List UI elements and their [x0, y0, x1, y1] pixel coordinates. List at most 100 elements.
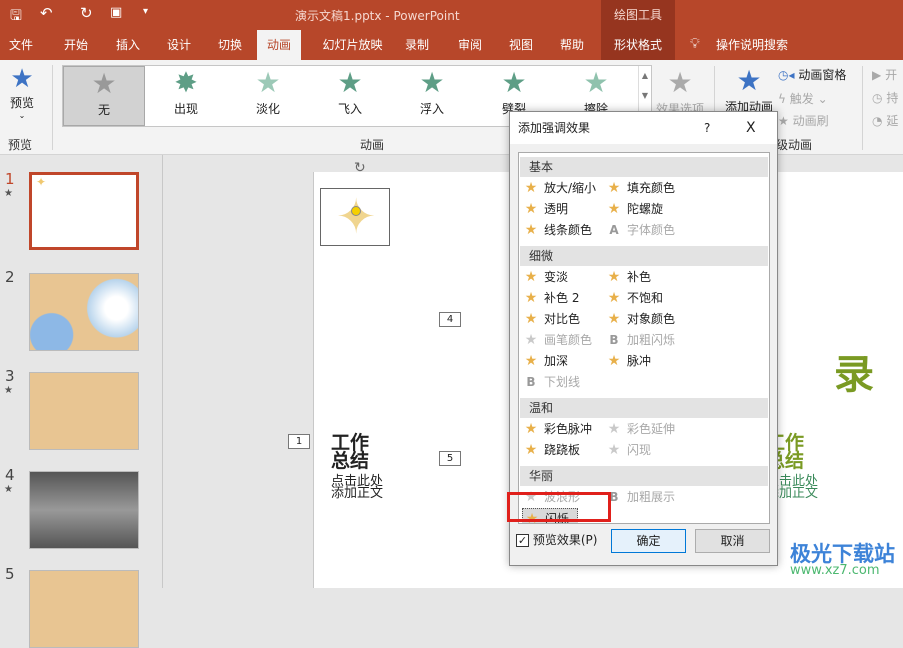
redo-icon[interactable]: ↻ — [80, 4, 93, 22]
tab-insert[interactable]: 插入 — [107, 30, 149, 60]
add-animation-button[interactable]: ★ 添加动画 — [722, 64, 776, 115]
slide-title[interactable]: 工作 总结 — [331, 434, 369, 471]
tab-shape-format[interactable]: 形状格式 — [601, 30, 675, 60]
selected-shape[interactable]: ✦ — [320, 188, 390, 246]
star-icon: ★ — [524, 201, 538, 217]
highlight-annotation-box — [507, 492, 611, 522]
cancel-button[interactable]: 取消 — [695, 529, 770, 553]
star-burst-icon: ✸ — [174, 66, 198, 99]
duration-field[interactable]: ◷ 持 — [872, 89, 898, 106]
effect-item[interactable]: B 下划线 — [522, 372, 580, 392]
undo-icon[interactable]: ↶ — [40, 4, 53, 22]
delay-label: 延 — [886, 114, 899, 128]
slide-thumbnail-4[interactable] — [29, 471, 139, 549]
star-icon: ★ — [524, 269, 538, 285]
star-icon: ★ — [667, 66, 693, 99]
tab-transitions[interactable]: 切换 — [209, 30, 251, 60]
effect-item[interactable]: B 加粗闪烁 — [605, 330, 675, 350]
animation-star-icon: ★ — [4, 188, 13, 199]
checkbox-checked-icon: ✓ — [516, 534, 529, 547]
customize-qat-icon[interactable]: ▾ — [143, 6, 148, 17]
gallery-item-none[interactable]: ★ 无 — [63, 66, 145, 126]
slide-thumbnail-2[interactable] — [29, 273, 139, 351]
gallery-item-float-in[interactable]: ★ 浮入 — [391, 66, 473, 126]
tab-file[interactable]: 文件 — [0, 30, 42, 60]
window-title: 演示文稿1.pptx - PowerPoint — [295, 9, 460, 23]
slide-number: 1 — [5, 170, 15, 188]
effect-item[interactable]: ★ 画笔颜色 — [522, 330, 592, 350]
effect-item[interactable]: ★ 陀螺旋 — [605, 199, 663, 219]
preview-button[interactable]: ★ 预览 ⌄ — [4, 64, 40, 120]
effect-item[interactable]: ★ 闪现 — [605, 440, 651, 460]
start-field[interactable]: ▶ 开 — [872, 66, 897, 83]
title-bar: 🖫 ↶ ↻ ▣ ▾ 演示文稿1.pptx - PowerPoint 绘图工具 — [0, 0, 903, 30]
tab-record[interactable]: 录制 — [397, 30, 437, 60]
help-button[interactable]: ? — [704, 112, 710, 144]
effect-item[interactable]: ★ 对比色 — [522, 309, 580, 329]
delay-field[interactable]: ◔ 延 — [872, 112, 898, 129]
tab-view[interactable]: 视图 — [500, 30, 542, 60]
effect-item[interactable]: B 加粗展示 — [605, 487, 675, 507]
effect-label: 字体颜色 — [627, 223, 676, 237]
slide-thumbnail-1[interactable]: ✦ — [29, 172, 139, 250]
effect-label: 填充颜色 — [627, 181, 676, 195]
effect-item[interactable]: ★ 脉冲 — [605, 351, 651, 371]
present-icon[interactable]: ▣ — [110, 5, 122, 20]
tab-slideshow[interactable]: 幻灯片放映 — [315, 30, 390, 60]
tab-help[interactable]: 帮助 — [551, 30, 593, 60]
effect-list[interactable]: 基本 ★ 放大/缩小 ★ 填充颜色 ★ 透明 ★ 陀螺旋 ★ 线条颜色 A 字体颜色 细微 ★ 变淡 ★ 补色 ★ 补… — [518, 152, 770, 524]
effect-item[interactable]: ★ 彩色延伸 — [605, 419, 675, 439]
preview-effect-checkbox[interactable]: ✓ 预览效果(P) — [516, 531, 597, 548]
animation-star-icon: ★ — [4, 484, 13, 495]
effect-item[interactable]: ★ 填充颜色 — [605, 178, 675, 198]
animation-pane-button[interactable]: ◷◂ 动画窗格 — [778, 66, 846, 83]
save-icon[interactable]: 🖫 — [10, 5, 22, 29]
tab-review[interactable]: 审阅 — [449, 30, 491, 60]
animation-tag[interactable]: 4 — [439, 312, 461, 327]
ok-button[interactable]: 确定 — [611, 529, 686, 553]
rotate-handle-icon[interactable]: ↻ — [354, 160, 366, 176]
animation-tag[interactable]: 1 — [288, 434, 310, 449]
painter-icon: ★ — [778, 114, 789, 128]
star-icon: ★ — [419, 66, 445, 99]
slide-thumbnail-5[interactable] — [29, 570, 139, 648]
tab-home[interactable]: 开始 — [55, 30, 97, 60]
slide-body-placeholder[interactable]: 点击此处 添加正文 — [331, 475, 383, 500]
star-icon: ★ — [607, 290, 621, 306]
effect-item[interactable]: ★ 线条颜色 — [522, 220, 592, 240]
effect-item[interactable]: ★ 对象颜色 — [605, 309, 675, 329]
gallery-item-fade[interactable]: ★ 淡化 — [227, 66, 309, 126]
star-icon: ★ — [255, 66, 281, 99]
effect-label: 放大/缩小 — [544, 181, 597, 195]
effect-item[interactable]: ★ 彩色脉冲 — [522, 419, 592, 439]
effect-label: 补色 — [627, 270, 652, 284]
effect-item[interactable]: ★ 透明 — [522, 199, 568, 219]
effect-label: 加粗展示 — [627, 490, 676, 504]
effect-item[interactable]: A 字体颜色 — [605, 220, 675, 240]
adjust-handle[interactable] — [351, 206, 361, 216]
chevron-down-icon: ⌄ — [18, 111, 26, 120]
effect-options-button[interactable]: ★ 效果选项 — [654, 66, 706, 117]
effect-item[interactable]: ★ 放大/缩小 — [522, 178, 596, 198]
effect-label: 对象颜色 — [627, 312, 676, 326]
slide-number: 2 — [5, 268, 15, 286]
tab-design[interactable]: 设计 — [158, 30, 200, 60]
tell-me-search[interactable]: 操作说明搜索 — [712, 30, 792, 60]
gallery-item-appear[interactable]: ✸ 出现 — [145, 66, 227, 126]
effect-item[interactable]: ★ 补色 — [605, 267, 651, 287]
clock-icon: ◷ — [872, 91, 883, 105]
effect-item[interactable]: ★ 变淡 — [522, 267, 568, 287]
star-icon: ★ — [524, 290, 538, 306]
slide-thumbnail-3[interactable] — [29, 372, 139, 450]
effect-item[interactable]: ★ 不饱和 — [605, 288, 663, 308]
tab-animations[interactable]: 动画 — [257, 30, 301, 60]
effect-item[interactable]: ★ 加深 — [522, 351, 568, 371]
animation-tag[interactable]: 5 — [439, 451, 461, 466]
gallery-item-fly-in[interactable]: ★ 飞入 — [309, 66, 391, 126]
trigger-button[interactable]: ϟ 触发 ⌄ — [778, 90, 828, 107]
effect-label: 线条颜色 — [544, 223, 593, 237]
close-button[interactable]: X — [746, 112, 756, 144]
animation-painter-button[interactable]: ★ 动画刷 — [778, 112, 829, 129]
effect-item[interactable]: ★ 跷跷板 — [522, 440, 580, 460]
effect-item[interactable]: ★ 补色 2 — [522, 288, 580, 308]
